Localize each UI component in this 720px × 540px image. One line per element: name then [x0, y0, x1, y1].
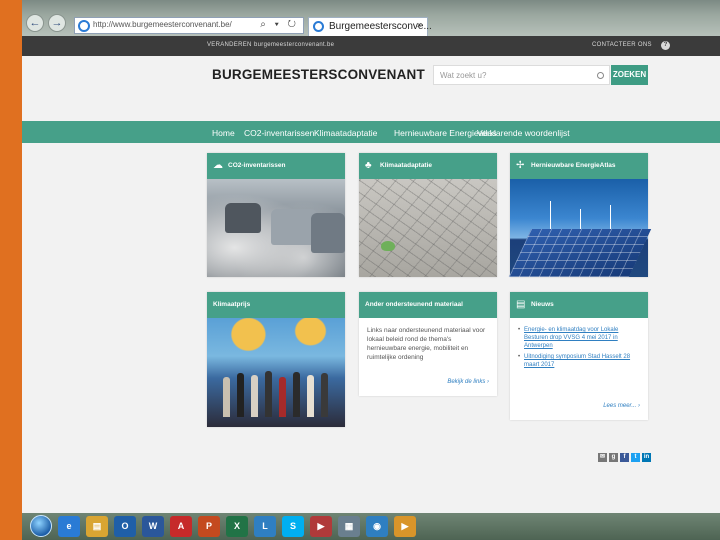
news-body: Energie- en klimaatdag voor Lokale Bestu… [518, 326, 640, 372]
back-button[interactable]: ← [26, 14, 44, 32]
forward-button[interactable]: → [48, 14, 66, 32]
nav-item-woordenlijst[interactable]: Verklarende woordenlijst [477, 128, 570, 138]
person-shape [223, 377, 230, 417]
browser-toolbar: ← → http://www.burgemeesterconvenant.be/… [22, 0, 720, 36]
card-header: Klimaatprijs [207, 292, 345, 318]
card-header: ☁ CO2-inventarissen [207, 153, 345, 179]
person-shape [307, 375, 314, 417]
nav-item-co2[interactable]: CO2-inventarissen [244, 128, 314, 138]
person-shape [321, 373, 328, 417]
person-shape [293, 372, 300, 417]
powerpoint-taskbar-icon[interactable]: P [198, 516, 220, 537]
card-nieuws[interactable]: ▤ Nieuws Energie- en klimaatdag voor Lok… [510, 292, 648, 420]
email-share-icon[interactable]: ✉ [598, 453, 607, 462]
site-top-bar: VERANDEREN burgemeesterconvenant.be CONT… [22, 36, 720, 56]
card-title[interactable]: Klimaatprijs [213, 301, 250, 308]
card-title[interactable]: Klimaatadaptatie [380, 162, 432, 169]
ie-taskbar-icon[interactable]: e [58, 516, 80, 537]
media-player-taskbar-icon[interactable]: ▶ [394, 516, 416, 537]
tab-ie-icon [313, 21, 324, 32]
search-input[interactable]: Wat zoekt u? [433, 65, 610, 85]
nav-item-home[interactable]: Home [212, 128, 235, 138]
chrome-taskbar-icon[interactable]: ◉ [366, 516, 388, 537]
browser-tab[interactable]: Burgemeestersconve... × [308, 17, 432, 36]
card-header: ✢ Hernieuwbare EnergieAtlas [510, 153, 648, 179]
news-list: Energie- en klimaatdag voor Lokale Bestu… [518, 326, 640, 369]
card-energieatlas[interactable]: ✢ Hernieuwbare EnergieAtlas [508, 153, 652, 277]
address-bar-tools[interactable]: ⌕ ▾ ↻ [260, 19, 299, 30]
cracked-earth-image [359, 179, 497, 277]
card-header: ▤ Nieuws [510, 292, 648, 318]
person-shape [279, 377, 286, 417]
twitter-share-icon[interactable]: t [631, 453, 640, 462]
skype-taskbar-icon[interactable]: S [282, 516, 304, 537]
person-shape [237, 373, 244, 417]
card-title[interactable]: Nieuws [531, 301, 554, 308]
ie-page-icon [78, 20, 90, 32]
slide-left-border [0, 0, 22, 540]
card-header: Ander ondersteunend materiaal [359, 292, 497, 318]
nav-item-klimaat[interactable]: Klimaatadaptatie [314, 128, 377, 138]
car-shape [311, 213, 345, 253]
address-url[interactable]: http://www.burgemeesterconvenant.be/ [93, 20, 232, 29]
card-title[interactable]: Ander ondersteunend materiaal [365, 301, 463, 308]
news-item[interactable]: Energie- en klimaatdag voor Lokale Bestu… [518, 326, 640, 350]
traffic-smog-image [207, 179, 345, 277]
view-links-label[interactable]: Bekijk de links [447, 379, 485, 385]
address-bar[interactable]: http://www.burgemeesterconvenant.be/ ⌕ ▾… [74, 17, 304, 34]
search-placeholder: Wat zoekt u? [440, 71, 487, 80]
card-co2-inventarissen[interactable]: ☁ CO2-inventarissen [207, 153, 345, 277]
lync-taskbar-icon[interactable]: L [254, 516, 276, 537]
media-taskbar-icon[interactable]: ▶ [310, 516, 332, 537]
topbar-url-link[interactable]: burgemeesterconvenant.be [254, 42, 334, 48]
card-title[interactable]: CO2-inventarissen [228, 162, 285, 169]
award-ceremony-image [207, 318, 345, 427]
acrobat-taskbar-icon[interactable]: A [170, 516, 192, 537]
solar-panels [508, 229, 652, 277]
wind-turbine-icon: ✢ [516, 160, 525, 171]
read-more-link[interactable]: Lees meer... › [603, 403, 640, 409]
calculator-taskbar-icon[interactable]: ▦ [338, 516, 360, 537]
card-klimaatprijs[interactable]: Klimaatprijs [207, 292, 345, 427]
chevron-right-icon: › [487, 379, 489, 385]
read-more-label[interactable]: Lees meer... [603, 403, 636, 409]
cloud-icon: ☁ [213, 160, 223, 171]
person-shape [251, 375, 258, 417]
news-item[interactable]: Uitnodiging symposium Stad Hasselt 28 ma… [518, 353, 640, 369]
googleplus-share-icon[interactable]: g [609, 453, 618, 462]
help-icon[interactable]: ? [661, 41, 670, 50]
browser-window: ← → http://www.burgemeesterconvenant.be/… [22, 0, 720, 540]
chevron-right-icon: › [638, 403, 640, 409]
topbar-link[interactable]: VERANDEREN [207, 42, 252, 48]
tab-close-icon[interactable]: × [417, 20, 422, 30]
person-shape [265, 371, 272, 417]
card-ander-materiaal[interactable]: Ander ondersteunend materiaal Links naar… [359, 292, 497, 396]
excel-taskbar-icon[interactable]: X [226, 516, 248, 537]
card-klimaatadaptatie[interactable]: ♣ Klimaatadaptatie [359, 153, 497, 277]
search-button[interactable]: ZOEKEN [611, 65, 648, 85]
facebook-share-icon[interactable]: f [620, 453, 629, 462]
document-icon: ▤ [516, 299, 526, 310]
card-title[interactable]: Hernieuwbare EnergieAtlas [531, 162, 616, 169]
site-logo[interactable]: BURGEMEESTERSCONVENANT [212, 67, 425, 82]
view-links-link[interactable]: Bekijk de links › [447, 379, 489, 385]
start-button[interactable] [30, 515, 52, 537]
card-header: ♣ Klimaatadaptatie [359, 153, 497, 179]
windows-taskbar: e ▤ O W A P X L S ▶ ▦ ◉ ▶ [22, 513, 720, 540]
word-taskbar-icon[interactable]: W [142, 516, 164, 537]
car-shape [225, 203, 261, 233]
outlook-taskbar-icon[interactable]: O [114, 516, 136, 537]
linkedin-share-icon[interactable]: in [642, 453, 651, 462]
contact-link[interactable]: CONTACTEER ONS [592, 42, 652, 48]
card-body-text: Links naar ondersteunend materiaal voor … [367, 327, 486, 361]
file-explorer-taskbar-icon[interactable]: ▤ [86, 516, 108, 537]
search-clear-icon[interactable] [597, 72, 604, 79]
plant-sprout [381, 241, 395, 251]
tree-icon: ♣ [365, 160, 372, 171]
solar-wind-image [508, 179, 652, 277]
main-navigation: Home CO2-inventarissen Klimaatadaptatie … [22, 121, 720, 143]
